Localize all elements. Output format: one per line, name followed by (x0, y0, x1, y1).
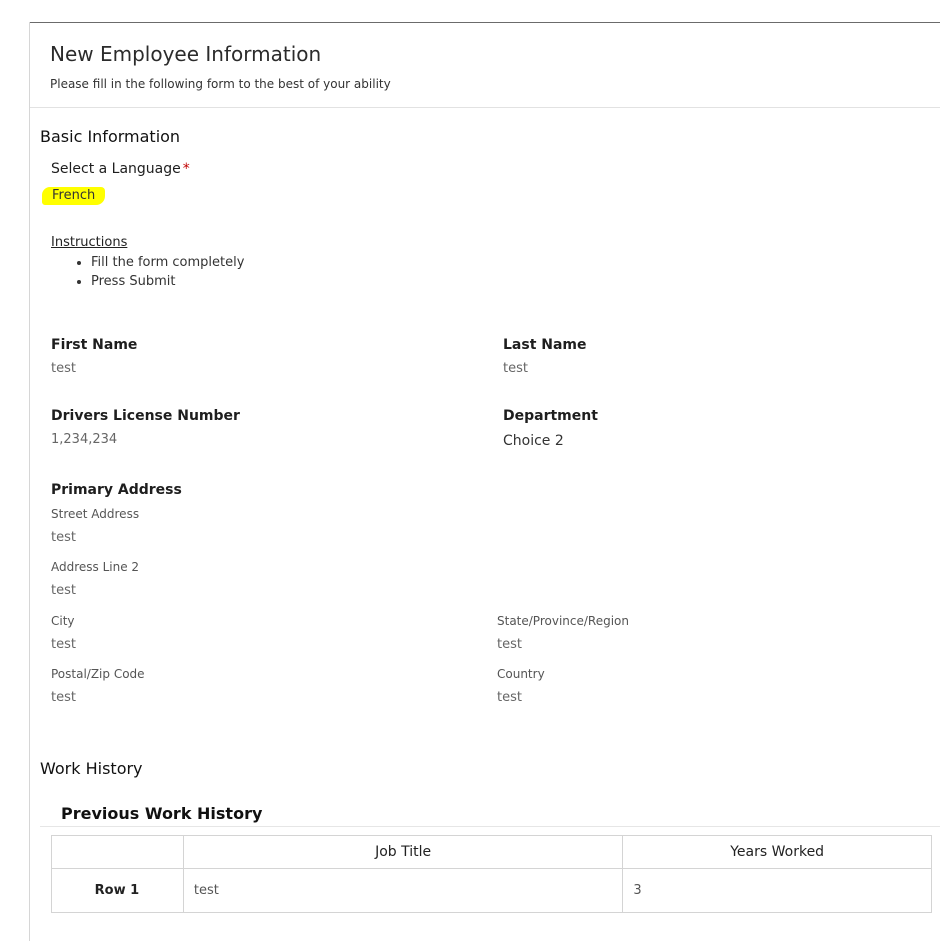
section-heading-work-history: Work History (40, 759, 143, 778)
drivers-license-value[interactable]: 1,234,234 (51, 432, 117, 447)
column-header-row-label (51, 835, 184, 869)
state-value[interactable]: test (497, 637, 522, 652)
street-address-value[interactable]: test (51, 530, 76, 545)
instructions-list: Fill the form completely Press Submit (51, 253, 244, 291)
table-row: Row 1 test 3 (51, 868, 932, 913)
first-name-label: First Name (51, 337, 138, 353)
subsection-divider (40, 826, 940, 827)
work-history-table: Job Title Years Worked Row 1 test 3 (51, 835, 932, 913)
instruction-item: Press Submit (91, 272, 244, 291)
department-label: Department (503, 408, 598, 424)
section-heading-basic-information: Basic Information (40, 127, 181, 146)
primary-address-label: Primary Address (51, 482, 182, 498)
subsection-heading-previous-work-history: Previous Work History (61, 804, 263, 823)
address-line-2-label: Address Line 2 (51, 560, 140, 574)
form-title: New Employee Information (50, 42, 322, 66)
required-indicator: * (182, 161, 190, 177)
column-header-job-title: Job Title (182, 835, 624, 869)
header-divider (30, 107, 940, 108)
instructions-title: Instructions (51, 235, 128, 250)
department-value[interactable]: Choice 2 (503, 433, 564, 449)
table-header-row: Job Title Years Worked (51, 835, 932, 869)
language-label: Select a Language * (51, 161, 190, 177)
job-title-cell[interactable]: test (182, 868, 624, 913)
panel-left-border (29, 22, 30, 941)
years-worked-cell[interactable]: 3 (622, 868, 932, 913)
city-value[interactable]: test (51, 637, 76, 652)
postal-code-value[interactable]: test (51, 690, 76, 705)
last-name-label: Last Name (503, 337, 587, 353)
city-label: City (51, 614, 75, 628)
column-header-years-worked: Years Worked (622, 835, 932, 869)
street-address-label: Street Address (51, 507, 140, 521)
state-label: State/Province/Region (497, 614, 629, 628)
address-line-2-value[interactable]: test (51, 583, 76, 598)
last-name-value[interactable]: test (503, 361, 528, 376)
postal-code-label: Postal/Zip Code (51, 667, 145, 681)
form-description: Please fill in the following form to the… (50, 77, 391, 91)
row-label: Row 1 (51, 868, 184, 913)
language-value[interactable]: French (52, 188, 95, 203)
country-value[interactable]: test (497, 690, 522, 705)
first-name-value[interactable]: test (51, 361, 76, 376)
instruction-item: Fill the form completely (91, 253, 244, 272)
drivers-license-label: Drivers License Number (51, 408, 240, 424)
panel-top-border (29, 22, 940, 23)
country-label: Country (497, 667, 545, 681)
